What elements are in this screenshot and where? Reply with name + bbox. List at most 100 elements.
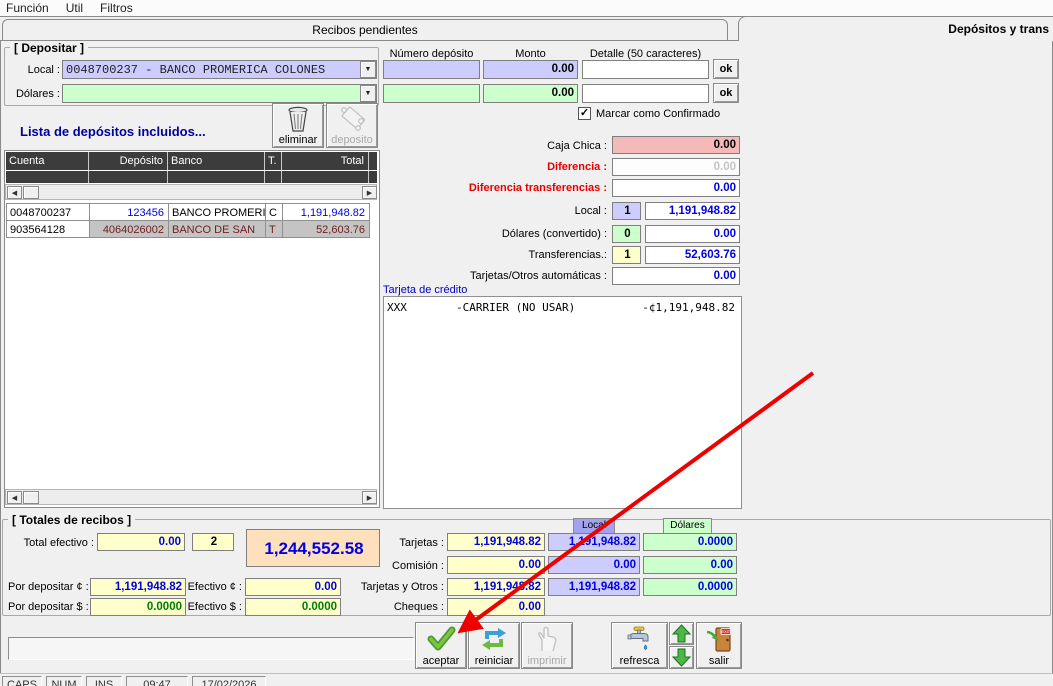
- total-efectivo-field[interactable]: 0.00: [97, 533, 185, 551]
- refresca-button[interactable]: refresca: [611, 622, 668, 669]
- down-arrow-icon: [671, 648, 692, 667]
- checkmark-icon: [426, 626, 456, 652]
- header-band: [6, 171, 89, 183]
- resumen-dolares-label: Dólares (convertido) :: [383, 228, 607, 240]
- comision-local-field[interactable]: 0.00: [548, 556, 640, 574]
- comision-dolares-field[interactable]: 0.00: [643, 556, 737, 574]
- cheques-field[interactable]: 0.00: [447, 598, 545, 616]
- tab-depositos-transferencias[interactable]: Depósitos y trans: [738, 16, 1053, 41]
- status-ins: INS: [86, 676, 122, 686]
- reiniciar-button[interactable]: reiniciar: [468, 622, 520, 669]
- tarjetas-field[interactable]: 1,191,948.82: [447, 533, 545, 551]
- row1-total[interactable]: 1,191,948.82: [282, 203, 370, 221]
- eliminar-button[interactable]: eliminar: [272, 103, 324, 148]
- resumen-local-field[interactable]: 1,191,948.82: [645, 202, 740, 220]
- tarjetas-local-field[interactable]: 1,191,948.82: [548, 533, 640, 551]
- tarjetas-automaticas-field[interactable]: 0.00: [612, 267, 740, 285]
- col-header-banco[interactable]: Banco: [168, 152, 265, 170]
- scrollbar-thumb[interactable]: [23, 491, 39, 504]
- row2-tipo[interactable]: T: [265, 220, 283, 238]
- diferencia-transferencias-field[interactable]: 0.00: [612, 179, 740, 197]
- col-header-cuenta[interactable]: Cuenta: [6, 152, 89, 170]
- scroll-right-icon[interactable]: ▶: [362, 491, 377, 504]
- salir-button[interactable]: EXIT salir: [696, 622, 742, 669]
- menu-bar: Función Util Filtros: [0, 0, 1053, 16]
- dolares-ok-button[interactable]: ok: [713, 83, 739, 103]
- header-band: [282, 171, 369, 183]
- scroll-right-icon[interactable]: ▶: [362, 186, 377, 199]
- comision-label: Comisión :: [330, 560, 444, 572]
- efectivo-colones-field[interactable]: 0.00: [245, 578, 341, 596]
- row1-cuenta[interactable]: 0048700237: [6, 203, 90, 221]
- numero-deposito-header: Número depósito: [383, 48, 480, 60]
- imprimir-button[interactable]: imprimir: [521, 622, 573, 669]
- col-header-t[interactable]: T.: [265, 152, 282, 170]
- transferencias-field[interactable]: 52,603.76: [645, 246, 740, 264]
- local-numero-deposito-input[interactable]: [383, 60, 480, 79]
- refresca-button-label: refresca: [620, 655, 660, 667]
- row2-cuenta[interactable]: 903564128: [6, 220, 90, 238]
- dolares-monto-input[interactable]: 0.00: [483, 84, 578, 103]
- transferencias-count: 1: [612, 246, 641, 264]
- tarjetas-dolares-field[interactable]: 0.0000: [643, 533, 737, 551]
- row1-banco[interactable]: BANCO PROMERICA: [168, 203, 266, 221]
- menu-util[interactable]: Util: [66, 1, 83, 15]
- local-bank-combobox[interactable]: 0048700237 - BANCO PROMERICA COLONES: [62, 60, 377, 79]
- marcar-confirmado-checkbox[interactable]: ✓: [578, 107, 591, 120]
- comision-field[interactable]: 0.00: [447, 556, 545, 574]
- row2-deposito[interactable]: 4064026002: [89, 220, 169, 238]
- local-monto-input[interactable]: 0.00: [483, 60, 578, 79]
- scroll-left-icon[interactable]: ◀: [7, 186, 22, 199]
- col-header-deposito[interactable]: Depósito: [89, 152, 168, 170]
- print-hand-icon: [534, 625, 560, 653]
- caja-chica-field[interactable]: 0.00: [612, 136, 740, 154]
- tarjeta-descripcion: -CARRIER (NO USAR): [456, 301, 575, 314]
- resumen-dolares-count: 0: [612, 225, 641, 243]
- deposito-button[interactable]: deposito: [326, 103, 378, 148]
- tarjetas-otros-local-field[interactable]: 1,191,948.82: [548, 578, 640, 596]
- por-depositar-dolares-label: Por depositar $ :: [8, 601, 88, 613]
- move-down-button[interactable]: [669, 646, 694, 669]
- grid-bottom-scrollbar[interactable]: ◀ ▶: [5, 489, 377, 505]
- salir-button-label: salir: [709, 655, 729, 667]
- diferencia-transferencias-label: Diferencia transferencias :: [383, 182, 607, 194]
- grid-top-scrollbar[interactable]: ◀ ▶: [5, 184, 377, 200]
- tarjetas-label: Tarjetas :: [330, 537, 444, 549]
- row1-deposito[interactable]: 123456: [89, 203, 169, 221]
- dolares-numero-deposito-input[interactable]: [383, 84, 480, 103]
- scrollbar-thumb[interactable]: [23, 186, 39, 199]
- depositar-group-label: [ Depositar ]: [10, 41, 88, 55]
- menu-funcion[interactable]: Función: [6, 1, 49, 15]
- tarjetas-otros-dolares-field[interactable]: 0.0000: [643, 578, 737, 596]
- resumen-dolares-field[interactable]: 0.00: [645, 225, 740, 243]
- total-efectivo-count[interactable]: 2: [192, 533, 234, 551]
- dolares-detalle-input[interactable]: [582, 84, 709, 103]
- scroll-left-icon[interactable]: ◀: [7, 491, 22, 504]
- tab-recibos-pendientes[interactable]: Recibos pendientes: [2, 19, 728, 41]
- tarjetas-otros-field[interactable]: 1,191,948.82: [447, 578, 545, 596]
- local-detalle-input[interactable]: [582, 60, 709, 79]
- deposits-grid: Cuenta Depósito Banco T. Total ◀ ▶ 00487…: [4, 150, 380, 508]
- row2-total[interactable]: 52,603.76: [282, 220, 370, 238]
- efectivo-dolares-field[interactable]: 0.0000: [245, 598, 341, 616]
- header-band: [168, 171, 265, 183]
- exit-door-icon: EXIT: [704, 625, 734, 653]
- col-header-filler: [369, 152, 377, 170]
- dolares-combo-dropdown-icon[interactable]: ▼: [360, 85, 376, 102]
- cheques-label: Cheques :: [330, 601, 444, 613]
- col-header-total[interactable]: Total: [282, 152, 369, 170]
- deposito-button-label: deposito: [331, 134, 373, 146]
- tarjeta-credito-listbox[interactable]: XXX -CARRIER (NO USAR) -¢1,191,948.82: [383, 296, 742, 509]
- dolares-bank-combobox[interactable]: [62, 84, 377, 103]
- row2-banco[interactable]: BANCO DE SAN: [168, 220, 266, 238]
- monto-header: Monto: [483, 48, 578, 60]
- row1-tipo[interactable]: C: [265, 203, 283, 221]
- local-combo-dropdown-icon[interactable]: ▼: [360, 61, 376, 78]
- move-up-button[interactable]: [669, 622, 694, 645]
- resumen-local-label: Local :: [383, 205, 607, 217]
- local-ok-button[interactable]: ok: [713, 59, 739, 79]
- menu-filtros[interactable]: Filtros: [100, 1, 133, 15]
- column-header-local: Local: [573, 518, 615, 534]
- aceptar-button[interactable]: aceptar: [415, 622, 467, 669]
- total-efectivo-label: Total efectivo :: [8, 537, 94, 549]
